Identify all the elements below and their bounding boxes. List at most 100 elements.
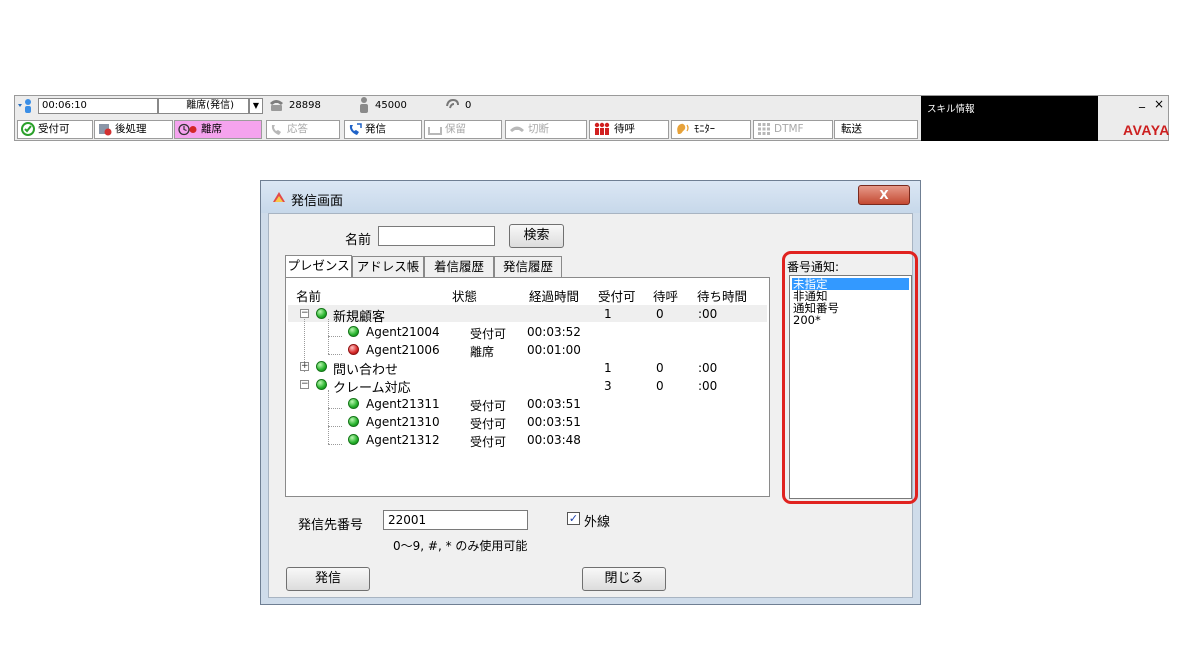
tab-incoming-history[interactable]: 着信履歴 — [424, 256, 494, 277]
agent-elapsed: 00:03:48 — [527, 433, 581, 447]
agent-menu-icon[interactable] — [18, 98, 34, 117]
minimize-button[interactable]: _ — [1139, 94, 1145, 108]
tab-outgoing-history[interactable]: 発信履歴 — [494, 256, 562, 277]
ear-monitor-icon — [677, 123, 689, 134]
group-wait-time: :00 — [698, 361, 718, 375]
call-timer: 00:06:10 — [38, 98, 158, 114]
collapse-toggle[interactable]: − — [300, 380, 309, 389]
agent-elapsed: 00:01:00 — [527, 343, 581, 357]
agent-elapsed: 00:03:51 — [527, 415, 581, 429]
tree-line — [328, 408, 342, 409]
dtmf-label: DTMF — [774, 123, 804, 135]
toolbar-close-button[interactable]: × — [1154, 97, 1164, 111]
agent-name: Agent21006 — [366, 343, 440, 357]
status-green-icon — [316, 308, 327, 319]
expand-toggle[interactable]: + — [300, 362, 309, 371]
disconnect-label: 切断 — [528, 123, 549, 135]
name-search-input[interactable] — [378, 226, 495, 246]
name-label: 名前 — [345, 233, 372, 248]
agent-name: Agent21004 — [366, 325, 440, 339]
group-name: 新規顧客 — [333, 310, 386, 325]
monitor-label: ﾓﾆﾀｰ — [694, 123, 715, 135]
agent-elapsed: 00:03:52 — [527, 325, 581, 339]
group-available: 1 — [604, 307, 612, 321]
queue-count: 0 — [465, 100, 472, 111]
caller-id-label: 番号通知: — [787, 260, 840, 274]
dialog-titlebar[interactable]: 発信画面 X — [261, 181, 920, 213]
extension-number: 28898 — [289, 100, 321, 111]
agent-name: Agent21312 — [366, 433, 440, 447]
tree-line — [328, 390, 329, 444]
transfer-label: 転送 — [841, 123, 862, 135]
dialog-body: 名前 検索 プレゼンス アドレス帳 着信履歴 発信履歴 名前 状態 経過時間 受… — [268, 213, 918, 598]
available-button[interactable]: 受付可 — [17, 120, 93, 139]
after-call-button[interactable]: 後処理 — [94, 120, 173, 139]
collapse-toggle[interactable]: − — [300, 309, 309, 318]
column-header-available[interactable]: 受付可 — [598, 286, 636, 305]
group-available: 3 — [604, 379, 612, 393]
column-header-elapsed[interactable]: 経過時間 — [529, 286, 579, 305]
dial-number-input[interactable]: 22001 — [383, 510, 528, 530]
agent-name: Agent21311 — [366, 397, 440, 411]
monitor-button[interactable]: ﾓﾆﾀｰ — [671, 120, 751, 139]
agent-status: 受付可 — [470, 417, 507, 431]
status-green-icon — [348, 398, 359, 409]
agent-elapsed: 00:03:51 — [527, 397, 581, 411]
check-circle-icon — [21, 122, 35, 136]
outside-line-checkbox[interactable]: ✓ — [567, 512, 580, 525]
transfer-button[interactable]: 転送 — [834, 120, 918, 139]
status-select[interactable]: 離席(発信) — [158, 98, 249, 114]
agent-toolbar: 00:06:10 離席(発信) ▼ 28898 45000 0 受付可 後処理 … — [14, 94, 1169, 141]
presence-list[interactable]: 名前 状態 経過時間 受付可 待呼 待ち時間 − 新規顧客 1 0:00 Ag… — [285, 277, 770, 497]
away-button[interactable]: 離席 — [174, 120, 262, 139]
status-green-icon — [316, 361, 327, 372]
tab-address-book[interactable]: アドレス帳 — [352, 256, 424, 277]
after-call-icon — [99, 123, 112, 135]
skill-info-panel: スキル情報 — [921, 96, 1098, 141]
status-dropdown-arrow[interactable]: ▼ — [249, 98, 263, 114]
column-header-waiting[interactable]: 待呼 — [653, 286, 678, 305]
search-button[interactable]: 検索 — [509, 224, 564, 248]
group-waiting: 0 — [656, 379, 664, 393]
column-header-status[interactable]: 状態 — [452, 286, 477, 305]
caller-id-option[interactable]: 200* — [792, 314, 909, 326]
disconnect-button[interactable]: 切断 — [505, 120, 587, 139]
dial-toolbar-label: 発信 — [365, 123, 386, 135]
away-clock-icon — [178, 123, 197, 135]
tree-line — [328, 444, 342, 445]
agent-status: 受付可 — [470, 399, 507, 413]
agent-status: 受付可 — [470, 327, 507, 341]
group-waiting: 0 — [656, 307, 664, 321]
skill-info-label: スキル情報 — [927, 104, 975, 115]
dial-button[interactable]: 発信 — [286, 567, 370, 591]
column-header-wait-time[interactable]: 待ち時間 — [697, 286, 747, 305]
column-header-name[interactable]: 名前 — [296, 286, 321, 305]
available-label: 受付可 — [38, 123, 70, 135]
tree-line — [328, 354, 342, 355]
dtmf-button[interactable]: DTMF — [753, 120, 833, 139]
status-green-icon — [348, 326, 359, 337]
group-available: 1 — [604, 361, 612, 375]
phone-icon — [268, 97, 285, 116]
tree-line — [328, 426, 342, 427]
waiting-label: 待呼 — [614, 123, 635, 135]
group-wait-time: :00 — [698, 307, 718, 321]
away-label: 離席 — [201, 123, 222, 135]
agent-id: 45000 — [375, 100, 407, 111]
keypad-icon — [758, 123, 770, 135]
dialog-title: 発信画面 — [291, 194, 344, 209]
answer-button[interactable]: 応答 — [266, 120, 340, 139]
hold-button[interactable]: 保留 — [424, 120, 502, 139]
agent-status: 離席 — [470, 345, 495, 359]
tab-presence[interactable]: プレゼンス — [285, 255, 352, 277]
caller-id-listbox[interactable]: 未指定 非通知 通知番号 200* — [789, 275, 912, 499]
dialog-close-button[interactable]: X — [858, 185, 910, 205]
group-name: クレーム対応 — [333, 381, 411, 396]
close-button[interactable]: 閉じる — [582, 567, 666, 591]
agent-name: Agent21310 — [366, 415, 440, 429]
waiting-button[interactable]: 待呼 — [589, 120, 669, 139]
agent-status: 受付可 — [470, 435, 507, 449]
answer-icon — [271, 124, 281, 135]
after-call-label: 後処理 — [115, 123, 147, 135]
dial-toolbar-button[interactable]: 発信 — [344, 120, 422, 139]
